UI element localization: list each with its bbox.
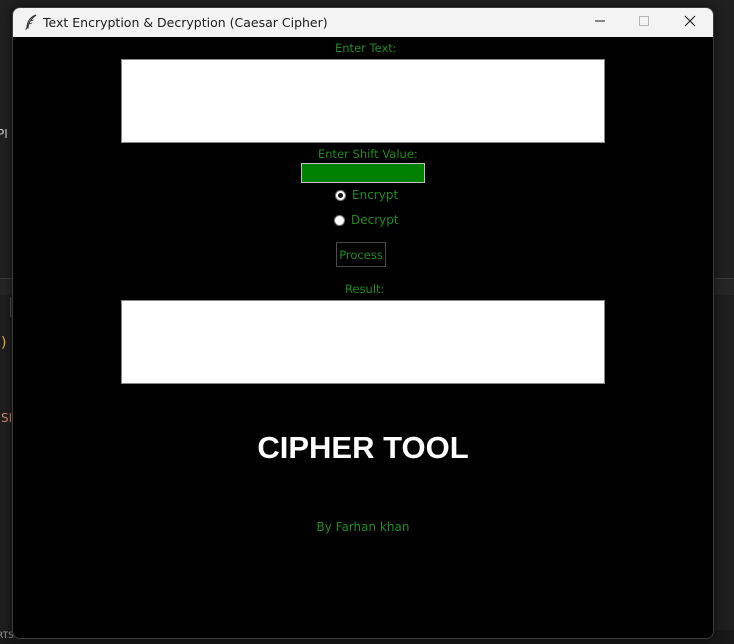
maximize-button[interactable]: [621, 8, 667, 37]
encrypt-radio-label: Encrypt: [352, 188, 399, 202]
maximize-icon: [638, 14, 650, 32]
window-title: Text Encryption & Decryption (Caesar Cip…: [43, 15, 328, 30]
result-label: Result:: [345, 282, 385, 296]
process-button[interactable]: Process: [336, 242, 386, 267]
feather-icon: [24, 14, 38, 30]
minimize-icon: [594, 14, 606, 32]
input-text-area[interactable]: [121, 59, 605, 143]
close-icon: [684, 14, 696, 32]
app-content: Enter Text: Enter Shift Value: Encrypt D…: [13, 37, 713, 638]
background-fragment-text: SI: [1, 411, 13, 425]
encrypt-radio-option[interactable]: Encrypt: [335, 188, 398, 202]
shift-value-label: Enter Shift Value:: [318, 147, 418, 161]
enter-text-label: Enter Text:: [335, 41, 397, 55]
title-bar[interactable]: Text Encryption & Decryption (Caesar Cip…: [13, 8, 713, 37]
close-button[interactable]: [667, 8, 713, 37]
background-fragment-text: PI: [0, 127, 8, 141]
app-window: Text Encryption & Decryption (Caesar Cip…: [12, 7, 714, 639]
background-bar: [10, 297, 11, 317]
shift-value-input[interactable]: [301, 163, 425, 183]
author-byline: By Farhan khan: [316, 520, 410, 534]
result-text-area[interactable]: [121, 300, 605, 384]
decrypt-radio-label: Decrypt: [351, 213, 399, 227]
decrypt-radio[interactable]: [334, 214, 345, 226]
app-title-heading: CIPHER TOOL: [257, 430, 469, 465]
decrypt-radio-option[interactable]: Decrypt: [334, 213, 399, 227]
background-fragment-text: ): [1, 335, 7, 351]
encrypt-radio[interactable]: [335, 189, 346, 201]
minimize-button[interactable]: [577, 8, 623, 37]
